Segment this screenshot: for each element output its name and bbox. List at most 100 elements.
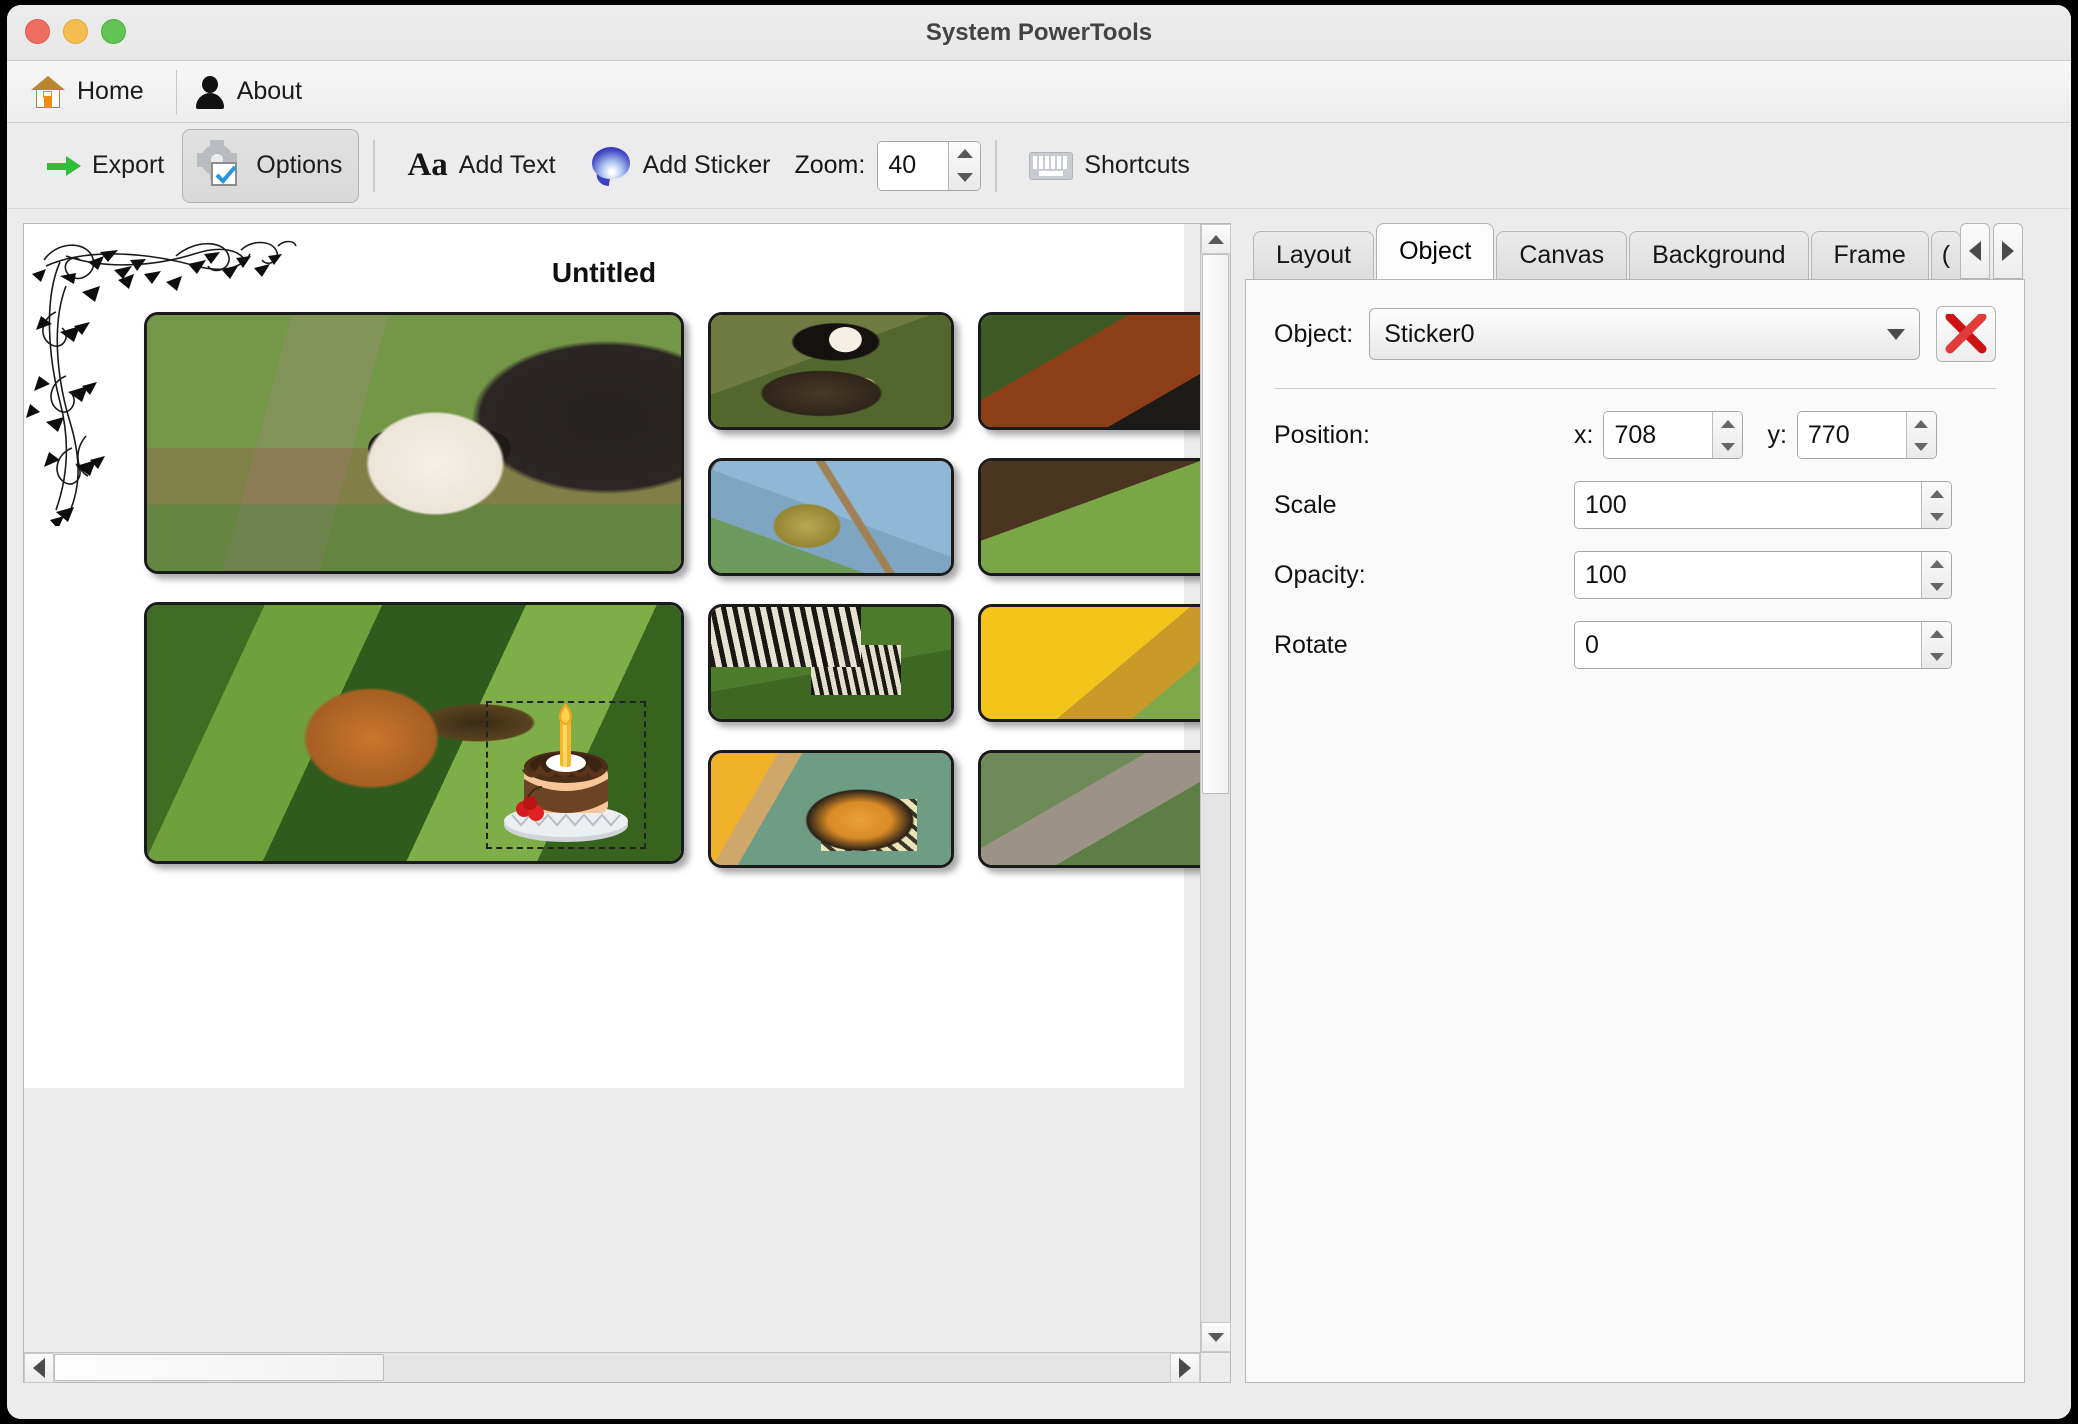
position-x-increment[interactable] xyxy=(1713,412,1742,435)
shortcuts-button[interactable]: Shortcuts xyxy=(1011,141,1208,190)
menu-separator xyxy=(175,69,177,114)
text-aa-icon: Aa xyxy=(407,147,448,183)
add-sticker-button[interactable]: Add Sticker xyxy=(574,137,789,195)
position-x-decrement[interactable] xyxy=(1713,435,1742,458)
speech-bubble-icon xyxy=(591,146,632,186)
zoom-decrement-button[interactable] xyxy=(949,166,980,190)
branch-photo[interactable] xyxy=(978,750,1200,868)
tab-frame-label: Frame xyxy=(1833,241,1906,269)
opacity-increment[interactable] xyxy=(1922,552,1951,575)
object-tab-panel: Object: Sticker0 Position: x: 708 y: 770… xyxy=(1245,279,2025,1383)
position-x-stepper[interactable] xyxy=(1603,411,1744,459)
scale-decrement[interactable] xyxy=(1922,505,1951,528)
tab-object[interactable]: Object xyxy=(1376,223,1495,279)
scale-label: Scale xyxy=(1274,490,1337,519)
canvas-page[interactable]: Untitled xyxy=(24,224,1200,1088)
canvas-pane: Untitled xyxy=(23,223,1231,1383)
panel-tab-strip: Layout Object Canvas Background Frame ( xyxy=(1245,223,2025,279)
menu-item-about[interactable]: About xyxy=(187,69,324,115)
opacity-decrement[interactable] xyxy=(1922,575,1951,598)
tab-layout-label: Layout xyxy=(1276,241,1352,269)
zoom-increment-button[interactable] xyxy=(949,142,980,166)
object-dropdown[interactable]: Sticker0 xyxy=(1369,308,1920,360)
export-button[interactable]: Export xyxy=(29,141,182,190)
add-sticker-label: Add Sticker xyxy=(642,151,771,179)
bird-branch-photo[interactable] xyxy=(708,458,954,576)
menu-item-about-label: About xyxy=(236,77,303,105)
opacity-input[interactable] xyxy=(1575,552,1921,598)
panda-photo[interactable] xyxy=(144,312,684,574)
vertical-scroll-track[interactable] xyxy=(1201,254,1230,1322)
scroll-up-button[interactable] xyxy=(1201,224,1231,254)
menu-item-home[interactable]: Home xyxy=(23,70,166,114)
position-fields: x: y: xyxy=(1574,411,1937,459)
delete-object-button[interactable] xyxy=(1936,306,1996,362)
zebra-photo[interactable] xyxy=(708,604,954,722)
tab-object-label: Object xyxy=(1399,237,1472,265)
vertical-scroll-thumb[interactable] xyxy=(1202,254,1229,794)
canvas-vertical-scrollbar[interactable] xyxy=(1200,224,1231,1352)
tab-layout[interactable]: Layout xyxy=(1253,231,1375,279)
toolbar-separator-1 xyxy=(373,139,376,192)
tab-scroll-prev-button[interactable] xyxy=(1960,223,1990,279)
scroll-left-button[interactable] xyxy=(24,1353,54,1383)
canvas-viewport[interactable]: Untitled xyxy=(24,224,1200,1352)
horizontal-scroll-track[interactable] xyxy=(54,1353,1170,1382)
scale-row: Scale xyxy=(1274,481,1996,529)
tab-scroll-next-button[interactable] xyxy=(1993,223,2023,279)
options-button[interactable]: Options xyxy=(182,128,360,203)
goose-photo[interactable] xyxy=(708,312,954,430)
export-label: Export xyxy=(92,151,165,179)
position-y-input[interactable] xyxy=(1797,412,1906,458)
tab-overflow-partial[interactable]: ( xyxy=(1930,231,1962,279)
add-text-button[interactable]: Aa Add Text xyxy=(389,139,573,192)
horizontal-scroll-thumb[interactable] xyxy=(54,1354,384,1381)
position-y-decrement[interactable] xyxy=(1907,435,1936,458)
main-body: Untitled Layout Object Canvas Background… xyxy=(7,209,2071,1419)
rotate-decrement[interactable] xyxy=(1922,645,1951,668)
zoom-label: Zoom: xyxy=(794,151,866,179)
position-x-input[interactable] xyxy=(1604,412,1713,458)
position-y-increment[interactable] xyxy=(1907,412,1936,435)
yellow-flower-photo[interactable] xyxy=(978,604,1200,722)
shortcuts-label: Shortcuts xyxy=(1084,151,1190,179)
position-label: Position: xyxy=(1274,420,1370,449)
tab-canvas[interactable]: Canvas xyxy=(1496,231,1628,279)
scroll-right-button[interactable] xyxy=(1170,1353,1200,1383)
cake-sticker[interactable] xyxy=(486,701,646,849)
panel-divider xyxy=(1274,388,1996,389)
tab-background[interactable]: Background xyxy=(1629,231,1809,279)
tab-frame[interactable]: Frame xyxy=(1810,231,1929,279)
app-window: System PowerTools Home About Export Opti… xyxy=(7,5,2071,1419)
canvas-horizontal-scrollbar[interactable] xyxy=(24,1352,1200,1383)
rotate-stepper[interactable] xyxy=(1574,621,1952,669)
scale-increment[interactable] xyxy=(1922,482,1951,505)
gear-icon xyxy=(197,143,245,188)
rotate-input[interactable] xyxy=(1575,622,1921,668)
object-dropdown-value: Sticker0 xyxy=(1384,319,1475,348)
opacity-stepper[interactable] xyxy=(1574,551,1952,599)
position-y-stepper[interactable] xyxy=(1796,411,1937,459)
rotate-label: Rotate xyxy=(1274,630,1348,659)
scale-input[interactable] xyxy=(1575,482,1921,528)
rotate-increment[interactable] xyxy=(1922,622,1951,645)
scale-stepper[interactable] xyxy=(1574,481,1952,529)
scrollbar-corner xyxy=(1200,1352,1230,1382)
red-x-delete-icon xyxy=(1945,314,1987,354)
red-panda-photo[interactable] xyxy=(978,312,1200,430)
toolbar: Export Options Aa Add Text Add Sticker Z… xyxy=(7,123,2071,209)
butterfly-photo[interactable] xyxy=(708,750,954,868)
x-label: x: xyxy=(1574,420,1594,449)
zoom-input[interactable] xyxy=(878,141,949,190)
zoom-stepper[interactable] xyxy=(877,140,982,191)
opacity-row: Opacity: xyxy=(1274,551,1996,599)
position-row: Position: x: y: xyxy=(1274,411,1996,459)
tree-green-photo[interactable] xyxy=(978,458,1200,576)
opacity-label: Opacity: xyxy=(1274,560,1366,589)
title-bar: System PowerTools xyxy=(7,5,2071,61)
scroll-down-button[interactable] xyxy=(1201,1322,1231,1352)
window-title: System PowerTools xyxy=(925,19,1153,46)
y-label: y: xyxy=(1767,420,1787,449)
tab-overflow-label: ( xyxy=(1941,241,1951,269)
home-icon xyxy=(31,75,65,108)
